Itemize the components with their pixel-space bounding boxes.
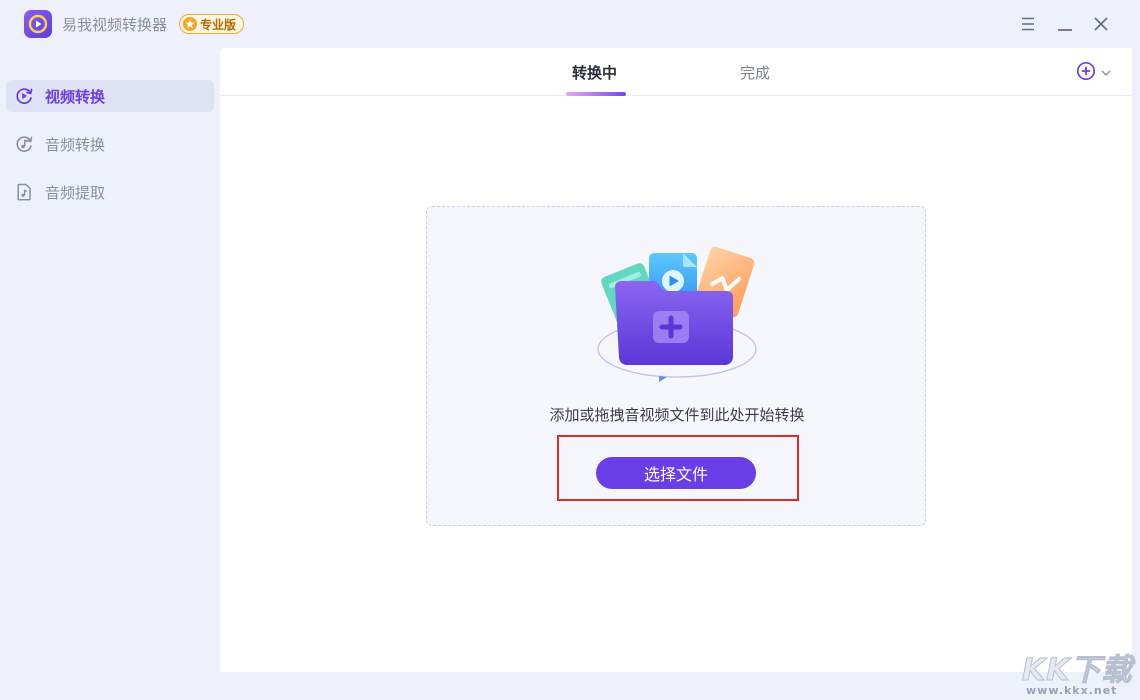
app-window: 易我视频转换器 专业版 视频转换 音频转换 音频提取 转换中 完成 添加或拖拽音… [0, 0, 1140, 700]
minimize-icon[interactable] [1055, 14, 1075, 34]
app-title: 易我视频转换器 [62, 16, 168, 34]
sidebar-item-label: 音频转换 [45, 135, 106, 154]
star-icon [183, 17, 197, 31]
sidebar: 视频转换 音频转换 音频提取 [0, 48, 220, 680]
video-convert-icon [14, 86, 34, 106]
drop-hint-text: 添加或拖拽音视频文件到此处开始转换 [549, 406, 805, 424]
sidebar-item-audio-convert[interactable]: 音频转换 [6, 128, 214, 160]
tab-converting[interactable]: 转换中 [572, 62, 617, 83]
add-circle-icon [1076, 61, 1096, 85]
tab-completed[interactable]: 完成 [740, 62, 770, 83]
title-bar: 易我视频转换器 专业版 [0, 0, 1140, 48]
close-icon[interactable] [1091, 14, 1111, 34]
sidebar-item-label: 视频转换 [45, 87, 106, 106]
main-panel: 转换中 完成 添加或拖拽音视频文件到此处开始转换 选择文件 [220, 48, 1132, 672]
folder-add-files-illustration [595, 237, 759, 383]
annotation-highlight-box [557, 435, 799, 501]
sidebar-item-audio-extract[interactable]: 音频提取 [6, 176, 214, 208]
sidebar-item-video-convert[interactable]: 视频转换 [6, 80, 214, 112]
app-logo-icon [24, 10, 52, 38]
audio-extract-icon [14, 182, 34, 202]
active-tab-indicator [566, 92, 626, 96]
badge-label: 专业版 [200, 17, 237, 32]
watermark-url: www.kkx.net [1026, 684, 1118, 697]
add-menu-button[interactable] [1076, 61, 1116, 85]
file-drop-zone[interactable]: 添加或拖拽音视频文件到此处开始转换 选择文件 [426, 206, 926, 526]
watermark-logo: KK下载 [1022, 653, 1133, 689]
watermark: KK下载 www.kkx.net [1020, 643, 1138, 699]
audio-convert-icon [14, 134, 34, 154]
sidebar-item-label: 音频提取 [45, 183, 106, 202]
chevron-down-icon [1100, 64, 1112, 83]
pro-edition-badge: 专业版 [179, 14, 245, 34]
hamburger-menu-icon[interactable] [1018, 14, 1038, 34]
tab-bar: 转换中 完成 [220, 48, 1132, 96]
